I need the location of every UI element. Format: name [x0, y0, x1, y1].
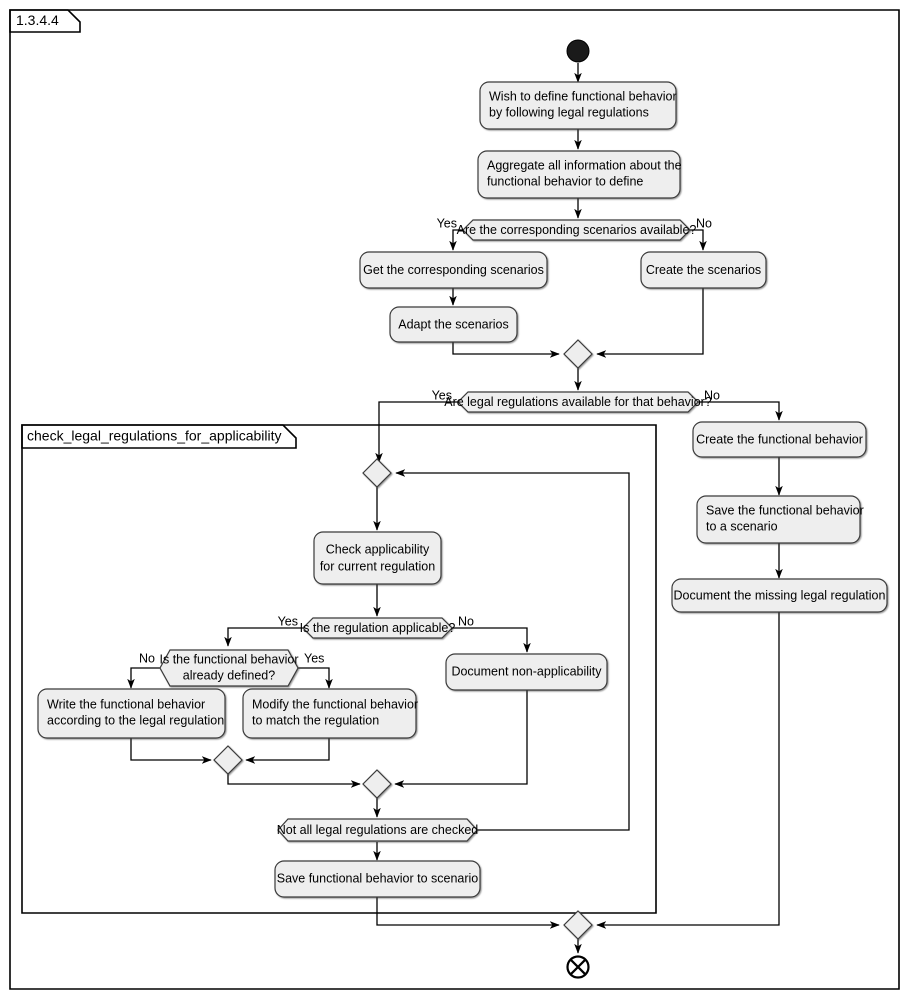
- activity-adapt-scenarios-label: Adapt the scenarios: [398, 317, 509, 331]
- merge-node-regulation-loop: [362, 458, 392, 488]
- merge-node-final: [563, 910, 593, 940]
- guard-d2-yes: Yes: [432, 388, 452, 402]
- activity-modify-functional-behavior-line2: to match the regulation: [252, 713, 379, 727]
- activity-save-functional-behavior-line1: Save the functional behavior: [706, 503, 864, 517]
- decision-behavior-already-defined-line2: already defined?: [183, 668, 275, 682]
- activity-aggregate-information-line1: Aggregate all information about the: [487, 158, 682, 172]
- decision-legal-regulations-available-label: Are legal regulations available for that…: [444, 395, 712, 409]
- activity-create-scenarios-label: Create the scenarios: [646, 263, 761, 277]
- activity-wish-to-define-line2: by following legal regulations: [489, 105, 649, 119]
- partition-label: check_legal_regulations_for_applicabilit…: [27, 428, 282, 444]
- activity-write-functional-behavior-line2: according to the legal regulation: [47, 713, 224, 727]
- activity-save-behavior-to-scenario-label: Save functional behavior to scenario: [277, 871, 479, 885]
- activity-check-applicability-line2: for current regulation: [320, 559, 435, 573]
- activity-get-corresponding-scenarios-label: Get the corresponding scenarios: [363, 263, 544, 277]
- merge-node-applicability: [362, 769, 392, 799]
- merge-node-behavior-defined: [213, 745, 243, 775]
- activity-save-functional-behavior-line2: to a scenario: [706, 519, 778, 533]
- guard-d3-yes: Yes: [278, 614, 298, 628]
- activity-check-applicability[interactable]: [313, 531, 442, 585]
- guard-d2-no: No: [704, 388, 720, 402]
- activity-wish-to-define-line1: Wish to define functional behavior: [489, 89, 677, 103]
- guard-d1-no: No: [696, 216, 712, 230]
- activity-check-applicability-line1: Check applicability: [326, 542, 430, 556]
- activity-write-functional-behavior-line1: Write the functional behavior: [47, 697, 205, 711]
- guard-d4-no: No: [139, 651, 155, 665]
- frame-label: 1.3.4.4: [16, 12, 59, 28]
- initial-node: [566, 39, 590, 63]
- guard-d3-no: No: [458, 614, 474, 628]
- activity-create-functional-behavior-label: Create the functional behavior: [696, 432, 863, 446]
- decision-scenarios-available-label: Are the corresponding scenarios availabl…: [457, 223, 697, 237]
- guard-d4-yes: Yes: [304, 651, 324, 665]
- activity-document-non-applicability-label: Document non-applicability: [451, 664, 602, 678]
- flow-final-node: [566, 955, 590, 979]
- activity-document-missing-regulation-label: Document the missing legal regulation: [674, 588, 886, 602]
- guard-d1-yes: Yes: [437, 216, 457, 230]
- decision-regulation-applicable-label: Is the regulation applicable?: [300, 621, 456, 635]
- activity-aggregate-information-line2: functional behavior to define: [487, 174, 643, 188]
- decision-behavior-already-defined-line1: Is the functional behavior: [160, 652, 299, 666]
- activity-diagram: 1.3.4.4 check_legal_regulations_for_appl…: [0, 0, 909, 999]
- decision-not-all-regulations-checked-label: Not all legal regulations are checked: [277, 823, 479, 837]
- activity-modify-functional-behavior-line1: Modify the functional behavior: [252, 697, 418, 711]
- merge-node-scenarios: [563, 339, 593, 369]
